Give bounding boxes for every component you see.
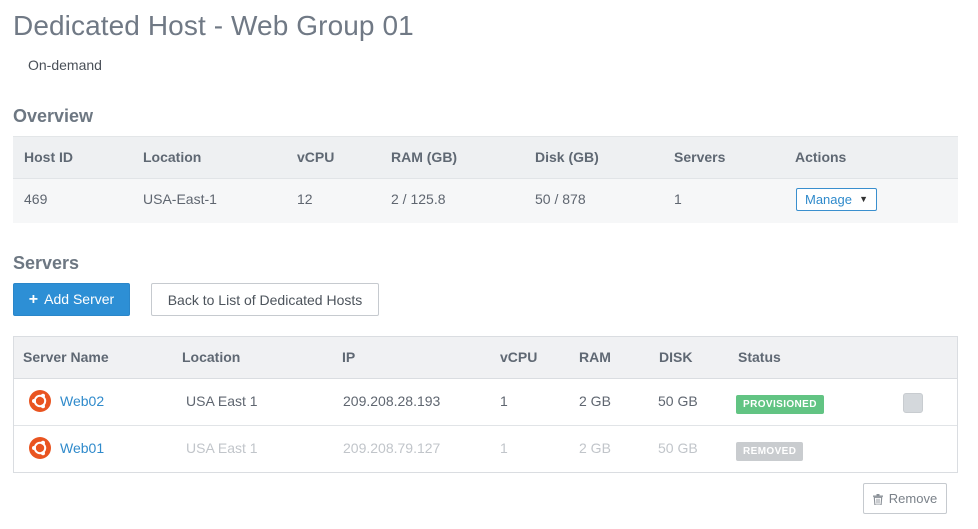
server-vcpu: 1 [500,393,508,409]
col-host-id: Host ID [24,149,73,165]
add-server-button[interactable]: + Add Server [13,283,130,316]
server-location: USA East 1 [186,393,258,409]
col-ip: IP [342,349,356,365]
table-row[interactable]: Web02 USA East 1 209.208.28.193 1 2 GB 5… [14,379,957,426]
col-location: Location [143,149,202,165]
col-servers: Servers [674,149,726,165]
status-badge: PROVISIONED [736,395,824,414]
host-vcpu-value: 12 [297,191,313,207]
add-server-label: Add Server [44,290,115,307]
overview-table: Host ID Location vCPU RAM (GB) Disk (GB)… [13,136,958,223]
page-title: Dedicated Host - Web Group 01 [13,10,414,41]
server-ip: 209.208.79.127 [343,440,441,456]
server-ram: 2 GB [579,440,611,456]
host-location-value: USA-East-1 [143,191,217,207]
server-ram: 2 GB [579,393,611,409]
row-select-checkbox[interactable] [903,393,923,413]
col-status: Status [738,349,781,365]
billing-type: On-demand [28,57,102,73]
col-disk: Disk (GB) [535,149,599,165]
col-server-name: Server Name [23,349,109,365]
server-location: USA East 1 [186,440,258,456]
servers-header-row: Server Name Location IP vCPU RAM DISK St… [14,337,957,379]
col-server-location: Location [182,349,241,365]
back-to-hosts-button[interactable]: Back to List of Dedicated Hosts [151,283,379,316]
manage-label: Manage [805,192,852,207]
col-server-vcpu: vCPU [500,349,538,365]
server-ip: 209.208.28.193 [343,393,441,409]
trash-icon [872,494,883,506]
col-server-disk: DISK [659,349,693,365]
status-badge: REMOVED [736,442,804,461]
server-vcpu: 1 [500,440,508,456]
server-disk: 50 GB [658,440,698,456]
servers-table: Server Name Location IP vCPU RAM DISK St… [13,336,958,473]
overview-header-row: Host ID Location vCPU RAM (GB) Disk (GB)… [13,137,958,179]
col-ram: RAM (GB) [391,149,458,165]
overview-heading: Overview [13,106,94,126]
server-name-link[interactable]: Web02 [60,393,104,409]
host-servers-value: 1 [674,191,682,207]
server-name-link[interactable]: Web01 [60,440,104,456]
servers-heading: Servers [13,253,80,273]
ubuntu-icon [29,390,51,412]
host-disk-value: 50 / 878 [535,191,586,207]
remove-button[interactable]: Remove [863,483,947,514]
col-server-ram: RAM [579,349,611,365]
ubuntu-icon [29,437,51,459]
server-disk: 50 GB [658,393,698,409]
col-actions: Actions [795,149,847,165]
manage-dropdown-button[interactable]: Manage ▼ [796,188,877,211]
remove-label: Remove [888,491,938,506]
table-row[interactable]: Web01 USA East 1 209.208.79.127 1 2 GB 5… [14,426,957,473]
caret-down-icon: ▼ [859,194,868,204]
plus-icon: + [28,290,39,308]
host-id-value: 469 [24,191,48,207]
col-vcpu: vCPU [297,149,335,165]
host-ram-value: 2 / 125.8 [391,191,446,207]
